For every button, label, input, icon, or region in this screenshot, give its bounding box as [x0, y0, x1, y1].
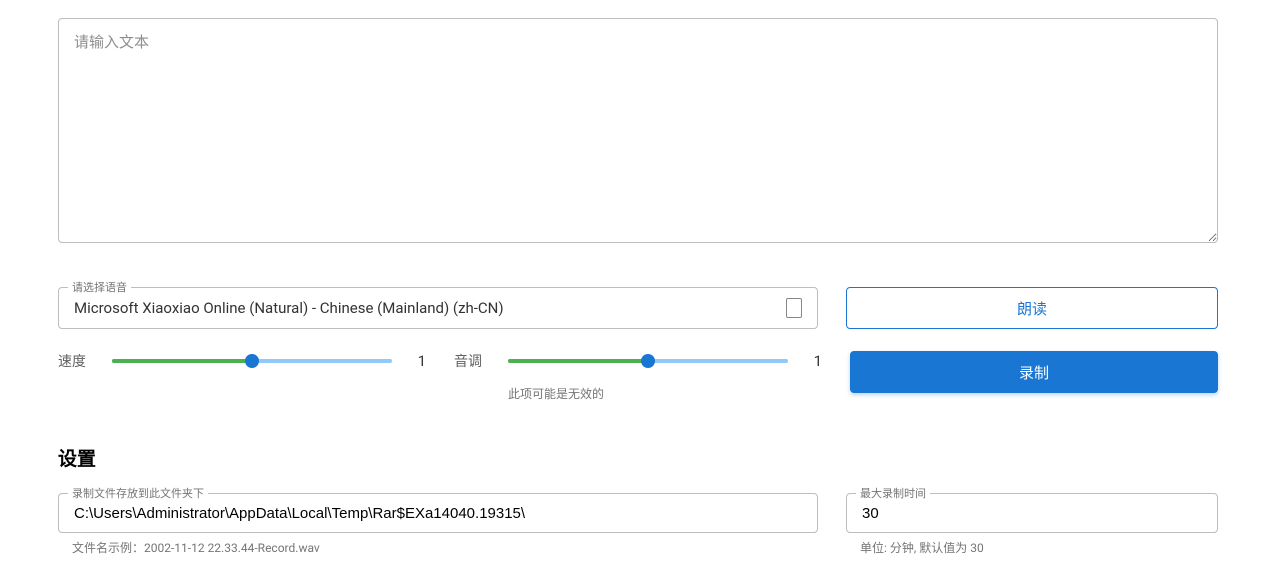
pitch-label: 音调 [454, 351, 494, 371]
speed-slider-group: 速度 1 [58, 351, 426, 402]
pitch-hint: 此项可能是无效的 [508, 385, 822, 402]
pitch-slider-fill [508, 359, 648, 363]
speed-slider[interactable] [112, 359, 392, 363]
pitch-slider[interactable] [508, 359, 788, 363]
maxtime-field: 最大录制时间 单位: 分钟, 默认值为 30 [846, 493, 1218, 556]
device-icon [786, 298, 802, 318]
pitch-slider-thumb[interactable] [641, 354, 655, 368]
voice-select-container: 请选择语音 Microsoft Xiaoxiao Online (Natural… [58, 287, 818, 329]
folder-field: 录制文件存放到此文件夹下 文件名示例：2002-11-12 22.33.44-R… [58, 493, 818, 556]
voice-select-value: Microsoft Xiaoxiao Online (Natural) - Ch… [74, 299, 504, 317]
pitch-value: 1 [802, 352, 822, 370]
folder-hint: 文件名示例：2002-11-12 22.33.44-Record.wav [72, 539, 818, 556]
speed-slider-thumb[interactable] [245, 354, 259, 368]
maxtime-field-label: 最大录制时间 [856, 485, 930, 501]
voice-select-label: 请选择语音 [68, 279, 131, 295]
settings-title: 设置 [58, 444, 1218, 471]
folder-field-label: 录制文件存放到此文件夹下 [68, 485, 208, 501]
record-button[interactable]: 录制 [850, 351, 1218, 393]
text-input-textarea[interactable] [58, 18, 1218, 243]
speed-slider-fill [112, 359, 252, 363]
speed-label: 速度 [58, 351, 98, 371]
voice-select[interactable]: Microsoft Xiaoxiao Online (Natural) - Ch… [58, 287, 818, 329]
read-button[interactable]: 朗读 [846, 287, 1218, 329]
speed-value: 1 [406, 352, 426, 370]
maxtime-hint: 单位: 分钟, 默认值为 30 [860, 539, 1218, 556]
pitch-slider-group: 音调 1 此项可能是无效的 [454, 351, 822, 402]
